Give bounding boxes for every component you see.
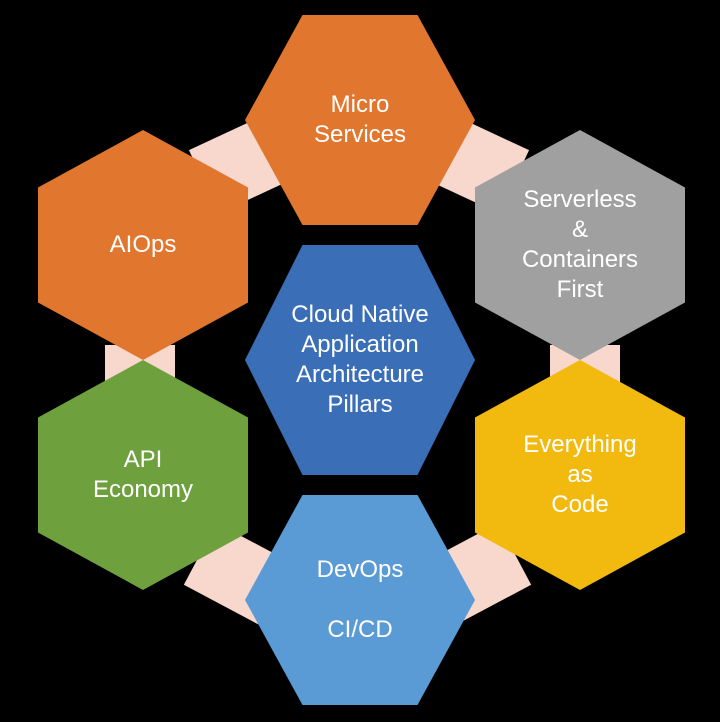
api-economy-label: API Economy <box>69 445 217 505</box>
micro-services-label: Micro Services <box>290 90 430 150</box>
center-hex-label: Cloud Native Application Architecture Pi… <box>267 300 452 420</box>
micro-services-hex: Micro Services <box>245 15 475 225</box>
center-hex: Cloud Native Application Architecture Pi… <box>245 245 475 475</box>
serverless-containers-label: Serverless & Containers First <box>498 185 662 305</box>
everything-as-code-label: Everything as Code <box>499 430 660 520</box>
aiops-label: AIOps <box>86 230 201 260</box>
devops-cicd-label: DevOps CI/CD <box>293 555 428 645</box>
devops-cicd-hex: DevOps CI/CD <box>245 495 475 705</box>
cloud-native-pillars-diagram: Cloud Native Application Architecture Pi… <box>0 0 720 722</box>
